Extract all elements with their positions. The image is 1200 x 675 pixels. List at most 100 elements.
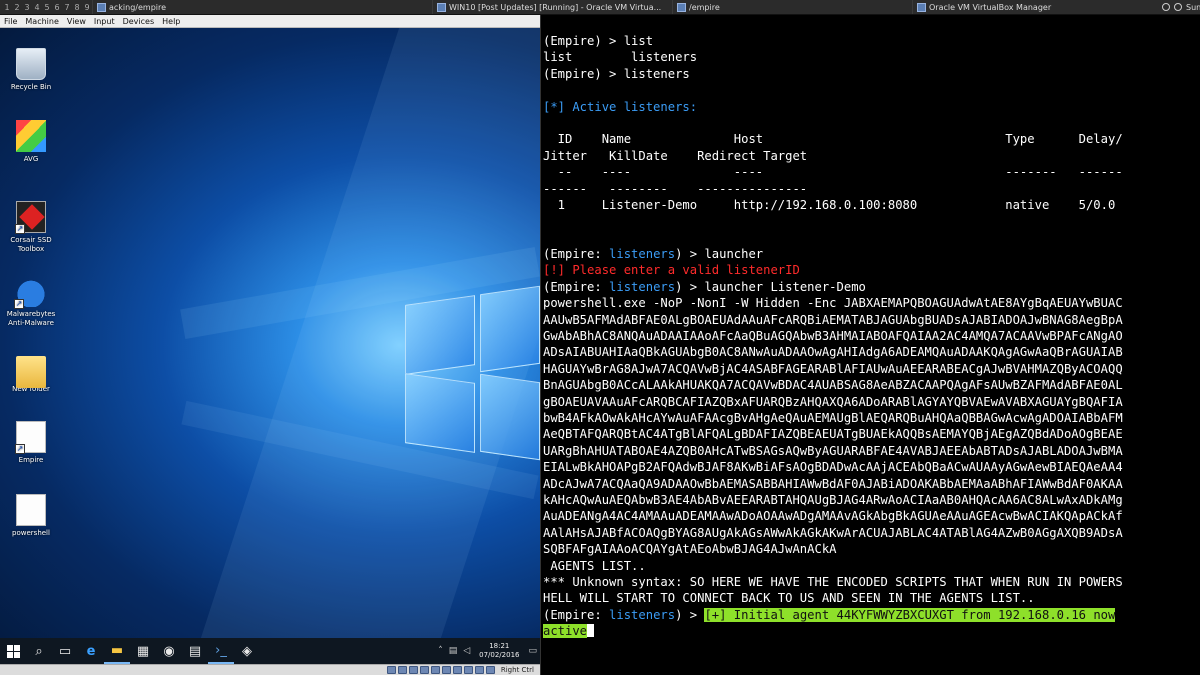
terminal-text: ) > launcher Listener-Demo [675,279,866,294]
terminal-line: [!] Please enter a valid listenerID [543,262,1200,278]
shared-folder-icon[interactable] [441,666,451,674]
terminal-text: Jitter KillDate Redirect Target [543,148,808,163]
terminal-text: gBOAEUAVAAuAFcARQBCAFIAZQBxAFUARQBzAHQAX… [543,394,1123,409]
panel-task-label: acking/empire [109,2,167,12]
optical-drive-icon[interactable] [397,666,407,674]
audio-icon[interactable] [408,666,418,674]
panel-task-2[interactable]: WIN10 [Post Updates] [Running] - Oracle … [432,0,672,14]
terminal-window[interactable]: (Empire) > list list listeners (Empire) > … [540,15,1200,675]
terminal-line: bwB4AFkAOwAkAHcAYwAuAFAAcgBvAHgAeQAuAEMA… [543,410,1200,426]
mouse-integration-icon[interactable] [485,666,495,674]
app-button[interactable]: ▤ [182,638,208,664]
windows-logo-pane [405,373,475,453]
app-icon: ◈ [242,643,252,659]
windows-desktop[interactable]: Recycle Bin AVG ↗ Corsair SSD Toolbox ↗ … [0,28,540,638]
file-explorer-button[interactable]: ▬ [104,638,130,664]
terminal-line: (Empire: listeners) > launcher Listener-… [543,279,1200,295]
cpu-icon[interactable] [474,666,484,674]
terminal-text: ------ -------- --------------- [543,181,808,196]
terminal-text: SQBFAFgAIAAoACQAYgAtAEoAbwBJAG4AJwAnACkA [543,542,837,557]
task-view-button[interactable]: ▭ [52,638,78,664]
start-button[interactable] [0,638,26,664]
terminal-text: ) > [675,607,705,622]
document-icon [16,494,46,526]
display-icon[interactable] [452,666,462,674]
workspace-4[interactable]: 4 [32,3,42,12]
search-button[interactable]: ⌕ [26,638,52,664]
terminal-line: Jitter KillDate Redirect Target [543,148,1200,164]
menu-machine[interactable]: Machine [21,17,63,26]
menu-file[interactable]: File [0,17,21,26]
terminal-text: [*] Active listeners: [543,99,698,114]
network-icon[interactable] [1162,3,1170,11]
workspace-2[interactable]: 2 [12,3,22,12]
chrome-button[interactable]: ◉ [156,638,182,664]
hard-disk-icon[interactable] [386,666,396,674]
terminal-text: (Empire: [543,607,610,622]
workspace-3[interactable]: 3 [22,3,32,12]
chevron-up-icon[interactable]: ˄ [435,646,446,656]
terminal-text: AuADEANgA4AC4AMAAuADEAMAAwADoAOAAwADgAMA… [543,509,1123,524]
workspace-5[interactable]: 5 [42,3,52,12]
menu-devices[interactable]: Devices [119,17,159,26]
usb-icon[interactable] [430,666,440,674]
top-panel: 123456789 acking/empire WIN10 [Post Updat… [0,0,1200,15]
terminal-line: AGENTS LIST.. [543,558,1200,574]
desktop-icon-recycle-bin[interactable]: Recycle Bin [4,48,58,92]
terminal-text: bwB4AFkAOwAkAHcAYwAuAFAAcgBvAHgAeQAuAEMA… [543,410,1123,425]
video-capture-icon[interactable] [463,666,473,674]
workspace-7[interactable]: 7 [62,3,72,12]
menu-view[interactable]: View [63,17,90,26]
edge-button[interactable]: e [78,638,104,664]
terminal-line: powershell.exe -NoP -NonI -W Hidden -Enc… [543,295,1200,311]
terminal-line: 1 Listener-Demo http://192.168.0.100:808… [543,197,1200,213]
malwarebytes-icon: ↗ [14,275,46,309]
menu-input[interactable]: Input [90,17,119,26]
windows-notification-area: ˄ ▤ ◁ 18:21 07/02/2016 ▭ [435,638,540,664]
panel-task-label: Oracle VM VirtualBox Manager [929,2,1052,12]
terminal-text: HAGUAYwBrAG8AJwA7ACQAVwBjAC4ASABFAGEARAB… [543,361,1123,376]
virtualbox-vm-window[interactable]: File Machine View Input Devices Help Rec… [0,15,540,675]
terminal-text: list listeners [543,50,698,65]
desktop-icon-malwarebytes[interactable]: ↗ Malwarebytes Anti-Malware [4,275,58,328]
store-button[interactable]: ▦ [130,638,156,664]
terminal-text: ID Name Host Type Delay/ [543,132,1123,147]
notification-icon[interactable]: ▭ [525,646,540,656]
workspace-9[interactable]: 9 [82,3,92,12]
terminal-text: powershell.exe -NoP -NonI -W Hidden -Enc… [543,296,1123,311]
terminal-text: AAlAHsAJABfACOAQgBYAG8AUgAkAGsAWwAkAGkAK… [543,525,1123,540]
terminal-line: AAlAHsAJABfACOAQgBYAG8AUgAkAGsAWwAkAGkAK… [543,525,1200,541]
agent-alert-text: active [543,624,588,639]
menu-help[interactable]: Help [158,17,184,26]
terminal-line: (Empire) > list [543,33,1200,49]
windows-logo-pane [405,295,475,375]
windows-taskbar: ⌕ ▭ e ▬ ▦ ◉ ▤ ›_ ◈ ˄ ▤ ◁ 18:21 07/02/201… [0,638,540,664]
desktop-icon-empire[interactable]: ↗ Empire [4,421,58,465]
panel-task-1[interactable]: acking/empire [92,0,432,14]
volume-icon[interactable]: ◁ [460,646,473,656]
desktop-icon-new-folder[interactable]: New folder [4,350,58,394]
desktop-icon-powershell[interactable]: powershell [4,494,58,538]
workspace-8[interactable]: 8 [72,3,82,12]
windows-clock[interactable]: 18:21 07/02/2016 [473,642,525,660]
terminal-text: (Empire) > listeners [543,66,690,81]
app-button[interactable]: ◈ [234,638,260,664]
virtualbox-status-bar: Right Ctrl [0,664,540,675]
terminal-line: active [543,623,1200,639]
panel-clock[interactable]: Sun Feb 07, 18:21 [1186,3,1200,12]
panel-task-4[interactable]: Oracle VM VirtualBox Manager [912,0,1162,14]
powershell-button[interactable]: ›_ [208,638,234,664]
network-icon[interactable]: ▤ [446,646,461,656]
desktop-icon-avg[interactable]: AVG [4,120,58,164]
terminal-output: (Empire) > list list listeners (Empire) > … [543,33,1200,639]
volume-icon[interactable] [1174,3,1182,11]
terminal-cursor [587,624,595,638]
workspace-6[interactable]: 6 [52,3,62,12]
windows-start-icon [6,644,20,658]
network-adapter-icon[interactable] [419,666,429,674]
workspace-switcher[interactable]: 123456789 [0,3,92,12]
workspace-1[interactable]: 1 [2,3,12,12]
panel-task-3[interactable]: /empire [672,0,912,14]
terminal-text: *** Unknown syntax: SO HERE WE HAVE THE … [543,574,1123,589]
desktop-icon-corsair[interactable]: ↗ Corsair SSD Toolbox [4,201,58,254]
